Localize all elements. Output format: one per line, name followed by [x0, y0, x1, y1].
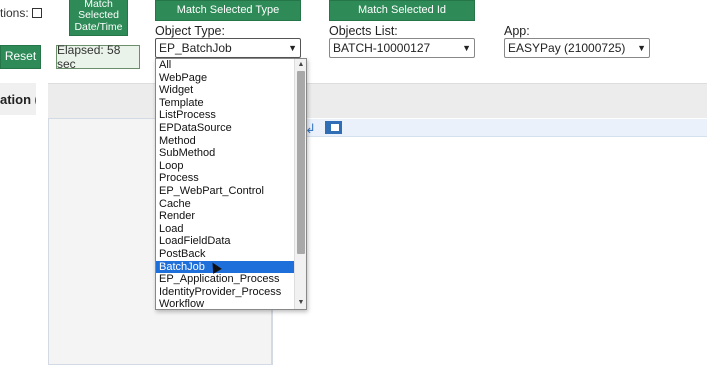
app-select[interactable]: EASYPay (21000725) ▼	[504, 38, 650, 58]
left-column	[0, 83, 48, 365]
dropdown-option[interactable]: Method	[156, 135, 295, 148]
dropdown-option[interactable]: PostBack	[156, 248, 295, 261]
dropdown-option[interactable]: All	[156, 59, 295, 72]
scroll-up-icon[interactable]: ▲	[295, 60, 306, 70]
left-column-header: ation (n	[0, 83, 36, 115]
dropdown-option[interactable]: Process	[156, 172, 295, 185]
objects-list-select[interactable]: BATCH-10000127 ▼	[329, 38, 475, 58]
app-label: App:	[504, 24, 530, 38]
dropdown-option[interactable]: LoadFieldData	[156, 235, 295, 248]
panel-icon[interactable]	[325, 121, 342, 134]
objects-list-value: BATCH-10000127	[333, 41, 431, 55]
dropdown-option[interactable]: Workflow	[156, 298, 295, 309]
dropdown-option[interactable]: Cache	[156, 198, 295, 211]
dropdown-option[interactable]: IdentityProvider_Process	[156, 286, 295, 299]
object-type-dropdown-list[interactable]: All WebPage Widget Template ListProcess EPDat…	[155, 58, 307, 310]
dropdown-option[interactable]: EP_Application_Process	[156, 273, 295, 286]
chevron-down-icon: ▼	[462, 43, 471, 53]
detail-panel[interactable]	[272, 118, 707, 365]
dropdown-option[interactable]: BatchJob	[156, 260, 295, 274]
dropdown-option[interactable]: Template	[156, 97, 295, 110]
dropdown-option[interactable]: EP_WebPart_Control	[156, 185, 295, 198]
options-checkbox[interactable]	[31, 8, 42, 18]
elapsed-time-display: Elapsed: 58 sec	[56, 43, 140, 71]
objects-list-label: Objects List:	[329, 24, 398, 38]
options-checkbox-label: tions:	[0, 6, 42, 20]
results-header-bar	[48, 83, 707, 118]
dropdown-option[interactable]: EPDataSource	[156, 122, 295, 135]
scrollbar-thumb[interactable]	[297, 71, 305, 254]
dropdown-option[interactable]: Render	[156, 210, 295, 223]
dropdown-scrollbar[interactable]: ▲ ▼	[294, 59, 306, 309]
dropdown-option[interactable]: SubMethod	[156, 147, 295, 160]
match-selected-datetime-button[interactable]: Match Selected Date/Time	[69, 0, 128, 36]
object-type-value: EP_BatchJob	[159, 41, 232, 55]
chevron-down-icon: ▼	[288, 43, 297, 53]
match-selected-type-button[interactable]: Match Selected Type	[155, 0, 301, 21]
dropdown-option[interactable]: Loop	[156, 160, 295, 173]
dropdown-option[interactable]: Load	[156, 223, 295, 236]
scroll-down-icon[interactable]: ▼	[295, 298, 306, 308]
chevron-down-icon: ▼	[637, 43, 646, 53]
dropdown-option[interactable]: ListProcess	[156, 109, 295, 122]
object-type-select[interactable]: EP_BatchJob ▼	[155, 38, 301, 58]
reset-button[interactable]: Reset	[0, 45, 41, 69]
object-type-label: Object Type:	[155, 24, 225, 38]
dropdown-option[interactable]: WebPage	[156, 72, 295, 85]
dropdown-option[interactable]: Widget	[156, 84, 295, 97]
match-date-line-3: Date/Time	[74, 20, 123, 33]
options-label: tions:	[0, 6, 29, 20]
dropdown-options: All WebPage Widget Template ListProcess EPDat…	[156, 59, 295, 309]
app-value: EASYPay (21000725)	[508, 41, 626, 55]
match-selected-id-button[interactable]: Match Selected Id	[329, 0, 475, 21]
